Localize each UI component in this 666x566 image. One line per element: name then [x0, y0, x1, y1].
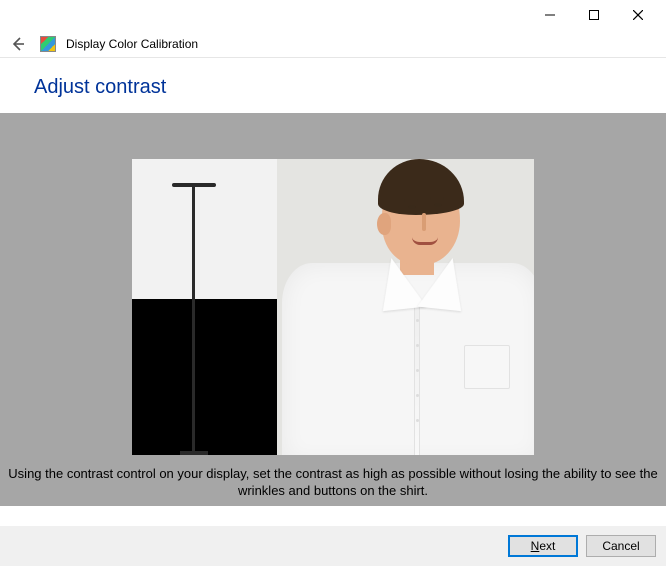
titlebar: [0, 0, 666, 30]
sample-bg-white: [132, 159, 277, 299]
sample-bg-black: [132, 299, 277, 455]
shirt-pocket: [464, 345, 510, 389]
eye: [434, 203, 442, 207]
minimize-icon: [545, 10, 555, 20]
shirt-button: [416, 369, 419, 372]
mouth: [412, 237, 438, 245]
shirt-button: [416, 394, 419, 397]
sample-person: [282, 159, 534, 455]
back-arrow-icon: [10, 36, 26, 52]
lamp-pole: [192, 185, 195, 455]
next-button[interactable]: Next: [508, 535, 578, 557]
eyebrow: [404, 199, 418, 202]
close-button[interactable]: [616, 1, 660, 29]
shirt-button: [416, 419, 419, 422]
maximize-button[interactable]: [572, 1, 616, 29]
page-heading: Adjust contrast: [0, 58, 666, 113]
window-title: Display Color Calibration: [66, 37, 198, 51]
header: Display Color Calibration: [0, 30, 666, 58]
back-button[interactable]: [6, 32, 30, 56]
cancel-button[interactable]: Cancel: [586, 535, 656, 557]
hair: [378, 159, 464, 215]
lamp-base: [180, 451, 208, 455]
close-icon: [633, 10, 643, 20]
content-area: Using the contrast control on your displ…: [0, 113, 666, 506]
nose: [422, 213, 426, 231]
footer: Next Cancel: [0, 526, 666, 566]
instruction-text: Using the contrast control on your displ…: [0, 465, 666, 500]
next-label-rest: ext: [539, 539, 555, 553]
shirt-placket: [414, 299, 420, 455]
eyebrow: [430, 197, 444, 200]
shirt-button: [416, 319, 419, 322]
eye: [408, 205, 416, 209]
app-icon: [40, 36, 56, 52]
shirt-button: [416, 344, 419, 347]
maximize-icon: [589, 10, 599, 20]
ear: [377, 213, 391, 235]
minimize-button[interactable]: [528, 1, 572, 29]
contrast-sample-image: [132, 159, 534, 455]
